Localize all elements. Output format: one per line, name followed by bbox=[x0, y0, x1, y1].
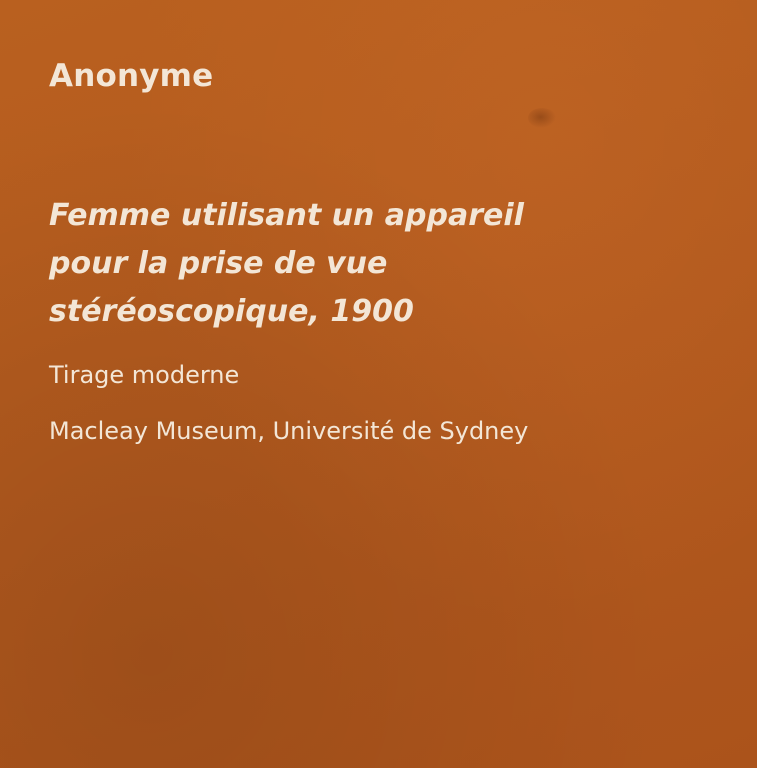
card-dent bbox=[528, 108, 556, 128]
artwork-credit: Macleay Museum, Université de Sydney bbox=[49, 417, 529, 445]
title-line: pour la prise de vue bbox=[49, 246, 388, 281]
title-line: Femme utilisant un appareil bbox=[49, 198, 524, 233]
artist-name: Anonyme bbox=[49, 58, 214, 94]
artwork-title: Femme utilisant un appareil pour la pris… bbox=[49, 192, 524, 336]
title-line: stéréoscopique, 1900 bbox=[49, 294, 414, 329]
artwork-medium: Tirage moderne bbox=[49, 361, 240, 389]
museum-label-card: Anonyme Femme utilisant un appareil pour… bbox=[0, 0, 757, 768]
